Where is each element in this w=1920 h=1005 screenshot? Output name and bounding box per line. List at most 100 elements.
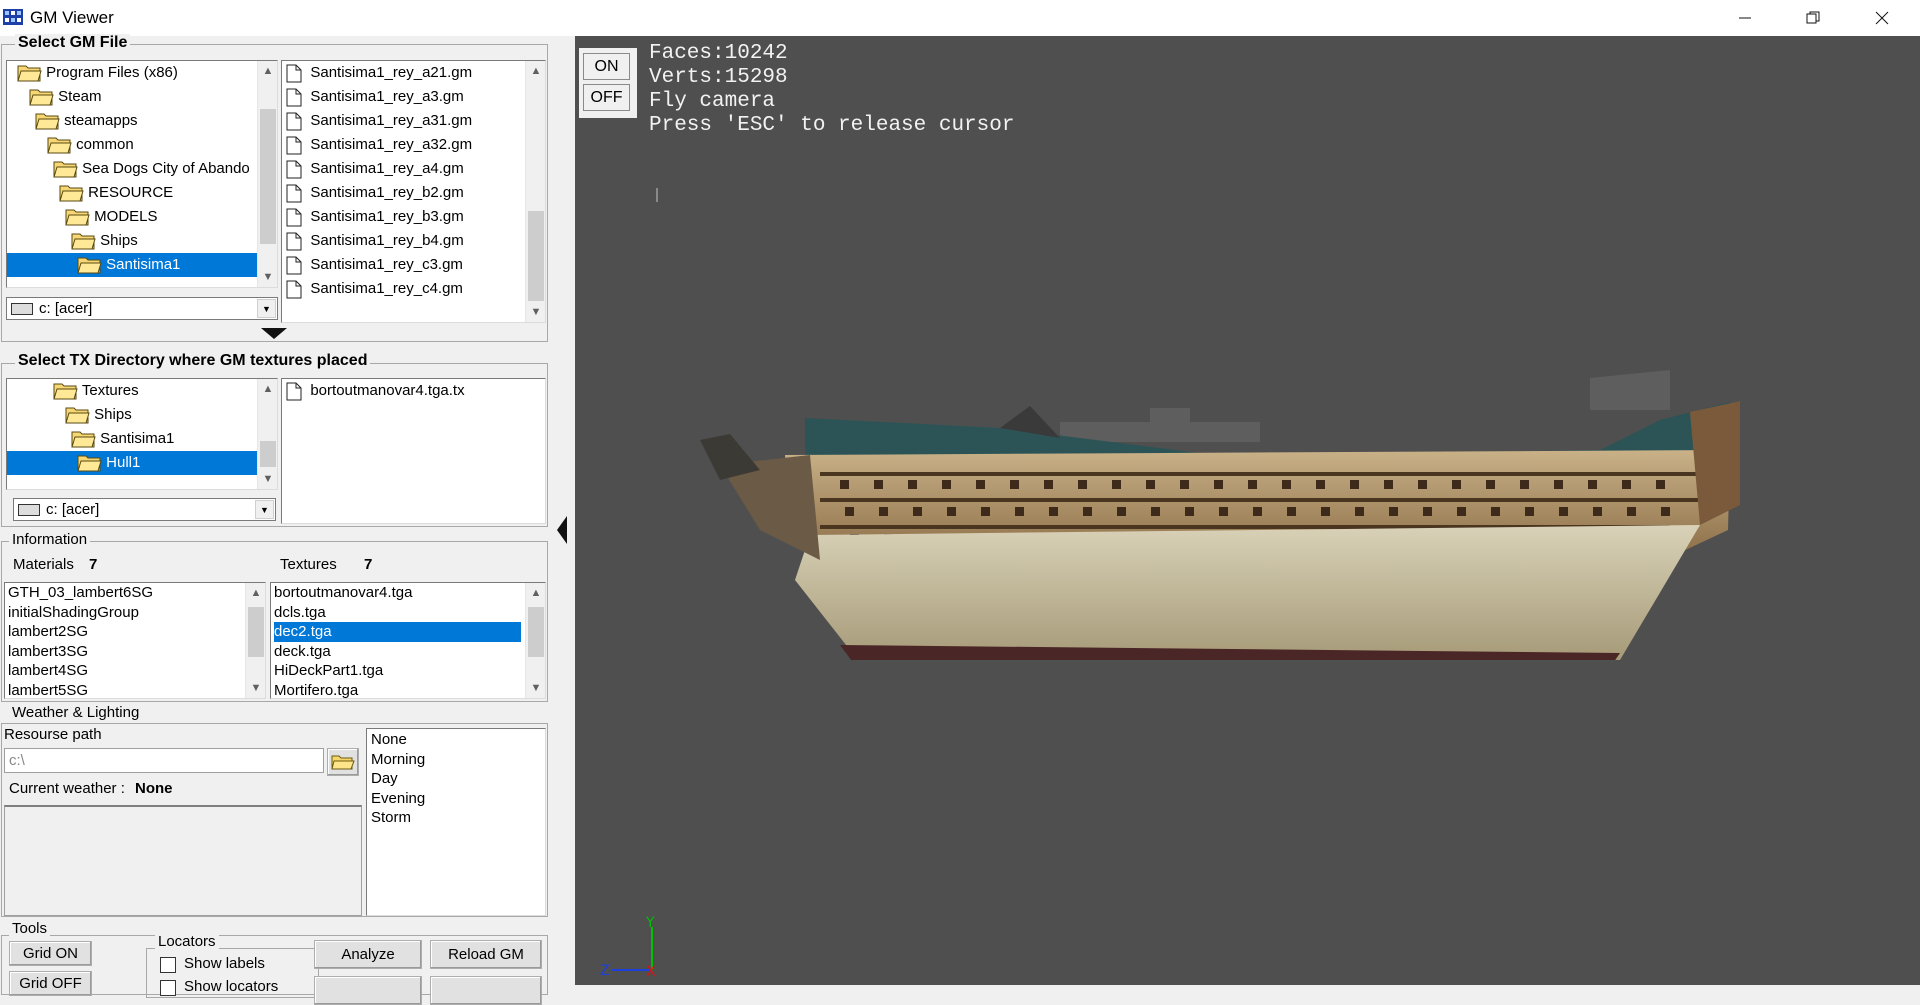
tree-item[interactable]: Ships — [7, 229, 257, 253]
tx-tree-scrollbar[interactable]: ▲ ▼ — [257, 379, 277, 489]
file-icon — [286, 280, 302, 299]
grid-on-button[interactable]: Grid ON — [9, 941, 92, 966]
gm-tree-scrollbar[interactable]: ▲ ▼ — [257, 61, 277, 287]
scroll-up-icon[interactable]: ▲ — [526, 61, 545, 81]
file-item-label: Santisima1_rey_a31.gm — [310, 112, 473, 129]
tx-folder-tree[interactable]: Textures Ships Santisima1 Hull1 ▲ ▼ — [6, 378, 278, 490]
tree-item[interactable]: Steam — [7, 85, 257, 109]
tree-item-label: Santisima1 — [100, 430, 175, 447]
tool-button-4[interactable] — [430, 976, 542, 1005]
gm-folder-tree[interactable]: Program Files (x86) Steam steamapps comm… — [6, 60, 278, 288]
material-item[interactable]: lambert3SG — [8, 642, 243, 662]
tree-item[interactable]: Ships — [7, 403, 257, 427]
tree-item[interactable]: Santisima1 — [7, 427, 257, 451]
gm-file-list[interactable]: Santisima1_rey_a21.gm Santisima1_rey_a3.… — [281, 60, 546, 323]
file-item-label: Santisima1_rey_b2.gm — [310, 184, 464, 201]
splitter-down-icon[interactable] — [261, 328, 287, 340]
weather-list[interactable]: None Morning Day Evening Storm — [366, 728, 546, 916]
collapse-left-icon[interactable] — [557, 516, 569, 544]
file-item[interactable]: Santisima1_rey_b2.gm — [286, 181, 521, 205]
tx-drive-select[interactable]: c: [acer] ▼ — [13, 498, 276, 521]
file-item[interactable]: Santisima1_rey_a4.gm — [286, 157, 521, 181]
tool-button-3[interactable] — [314, 976, 422, 1005]
verts-readout: Verts:15298 — [649, 66, 788, 89]
scroll-up-icon[interactable]: ▲ — [526, 583, 545, 603]
tree-item-label: Hull1 — [106, 454, 141, 471]
chevron-down-icon[interactable]: ▼ — [255, 500, 274, 519]
file-item[interactable]: Santisima1_rey_c4.gm — [286, 277, 521, 301]
resource-path-input[interactable]: c:\ — [4, 748, 324, 773]
tree-item[interactable]: Program Files (x86) — [7, 61, 257, 85]
texture-item[interactable]: dcls.tga — [274, 603, 521, 623]
tree-item[interactable]: Hull1 — [7, 451, 257, 475]
gm-files-scrollbar[interactable]: ▲ ▼ — [525, 61, 545, 322]
scroll-down-icon[interactable]: ▼ — [526, 302, 545, 322]
reload-gm-button[interactable]: Reload GM — [430, 940, 542, 969]
material-item[interactable]: lambert5SG — [8, 681, 243, 698]
weather-option[interactable]: Evening — [371, 789, 541, 809]
chevron-down-icon[interactable]: ▼ — [257, 299, 276, 318]
show-locators-checkbox[interactable] — [160, 980, 176, 996]
scroll-up-icon[interactable]: ▲ — [246, 583, 265, 603]
texture-item[interactable]: dec2.tga — [274, 622, 521, 642]
file-item[interactable]: Santisima1_rey_b3.gm — [286, 205, 521, 229]
show-labels-checkbox[interactable] — [160, 957, 176, 973]
scroll-down-icon[interactable]: ▼ — [246, 678, 265, 698]
scroll-thumb[interactable] — [528, 211, 544, 301]
file-item[interactable]: Santisima1_rey_c3.gm — [286, 253, 521, 277]
file-item[interactable]: bortoutmanovar4.tga.tx — [286, 379, 541, 403]
scroll-thumb[interactable] — [528, 607, 544, 657]
file-item[interactable]: Santisima1_rey_a31.gm — [286, 109, 521, 133]
texture-item[interactable]: deck.tga — [274, 642, 521, 662]
scroll-thumb[interactable] — [248, 607, 264, 657]
texture-item[interactable]: bortoutmanovar4.tga — [274, 583, 521, 603]
tree-item[interactable]: steamapps — [7, 109, 257, 133]
tree-item[interactable]: MODELS — [7, 205, 257, 229]
restore-button[interactable] — [1782, 0, 1844, 36]
file-icon — [286, 256, 302, 275]
texture-item[interactable]: HiDeckPart1.tga — [274, 661, 521, 681]
tree-item[interactable]: Sea Dogs City of Abando — [7, 157, 257, 181]
scroll-up-icon[interactable]: ▲ — [258, 379, 277, 399]
render-on-button[interactable]: ON — [583, 53, 630, 80]
material-item[interactable]: lambert2SG — [8, 622, 243, 642]
scroll-down-icon[interactable]: ▼ — [258, 469, 277, 489]
weather-option[interactable]: Day — [371, 769, 541, 789]
scroll-thumb[interactable] — [260, 109, 276, 244]
material-item[interactable]: GTH_03_lambert6SG — [8, 583, 243, 603]
weather-option[interactable]: None — [371, 730, 541, 750]
grid-off-button[interactable]: Grid OFF — [9, 971, 92, 996]
tx-file-list[interactable]: bortoutmanovar4.tga.tx — [281, 378, 546, 524]
tree-item[interactable]: Textures — [7, 379, 257, 403]
file-item[interactable]: Santisima1_rey_b4.gm — [286, 229, 521, 253]
weather-option[interactable]: Morning — [371, 750, 541, 770]
file-icon — [286, 184, 302, 203]
texture-item[interactable]: Mortifero.tga — [274, 681, 521, 698]
materials-scrollbar[interactable]: ▲ ▼ — [245, 583, 265, 698]
scroll-thumb[interactable] — [260, 441, 276, 467]
scroll-up-icon[interactable]: ▲ — [258, 61, 277, 81]
file-item[interactable]: Santisima1_rey_a32.gm — [286, 133, 521, 157]
weather-option[interactable]: Storm — [371, 808, 541, 828]
tree-item[interactable]: Santisima1 — [7, 253, 257, 277]
current-weather-value: None — [135, 780, 173, 797]
tree-item[interactable]: common — [7, 133, 257, 157]
weather-info-box — [4, 805, 362, 916]
close-button[interactable] — [1851, 0, 1913, 36]
material-item[interactable]: lambert4SG — [8, 661, 243, 681]
materials-list[interactable]: GTH_03_lambert6SG initialShadingGroup lamb… — [4, 582, 266, 699]
scroll-down-icon[interactable]: ▼ — [526, 678, 545, 698]
analyze-button[interactable]: Analyze — [314, 940, 422, 969]
render-off-button[interactable]: OFF — [583, 84, 630, 111]
axis-y-label: Y — [645, 915, 655, 931]
browse-button[interactable] — [327, 748, 359, 776]
tree-item[interactable]: RESOURCE — [7, 181, 257, 205]
minimize-button[interactable] — [1714, 0, 1776, 36]
file-item[interactable]: Santisima1_rey_a3.gm — [286, 85, 521, 109]
file-item[interactable]: Santisima1_rey_a21.gm — [286, 61, 521, 85]
gm-drive-select[interactable]: c: [acer] ▼ — [6, 297, 278, 320]
textures-list[interactable]: bortoutmanovar4.tga dcls.tga dec2.tga deck.… — [270, 582, 546, 699]
material-item[interactable]: initialShadingGroup — [8, 603, 243, 623]
textures-scrollbar[interactable]: ▲ ▼ — [525, 583, 545, 698]
scroll-down-icon[interactable]: ▼ — [258, 267, 277, 287]
